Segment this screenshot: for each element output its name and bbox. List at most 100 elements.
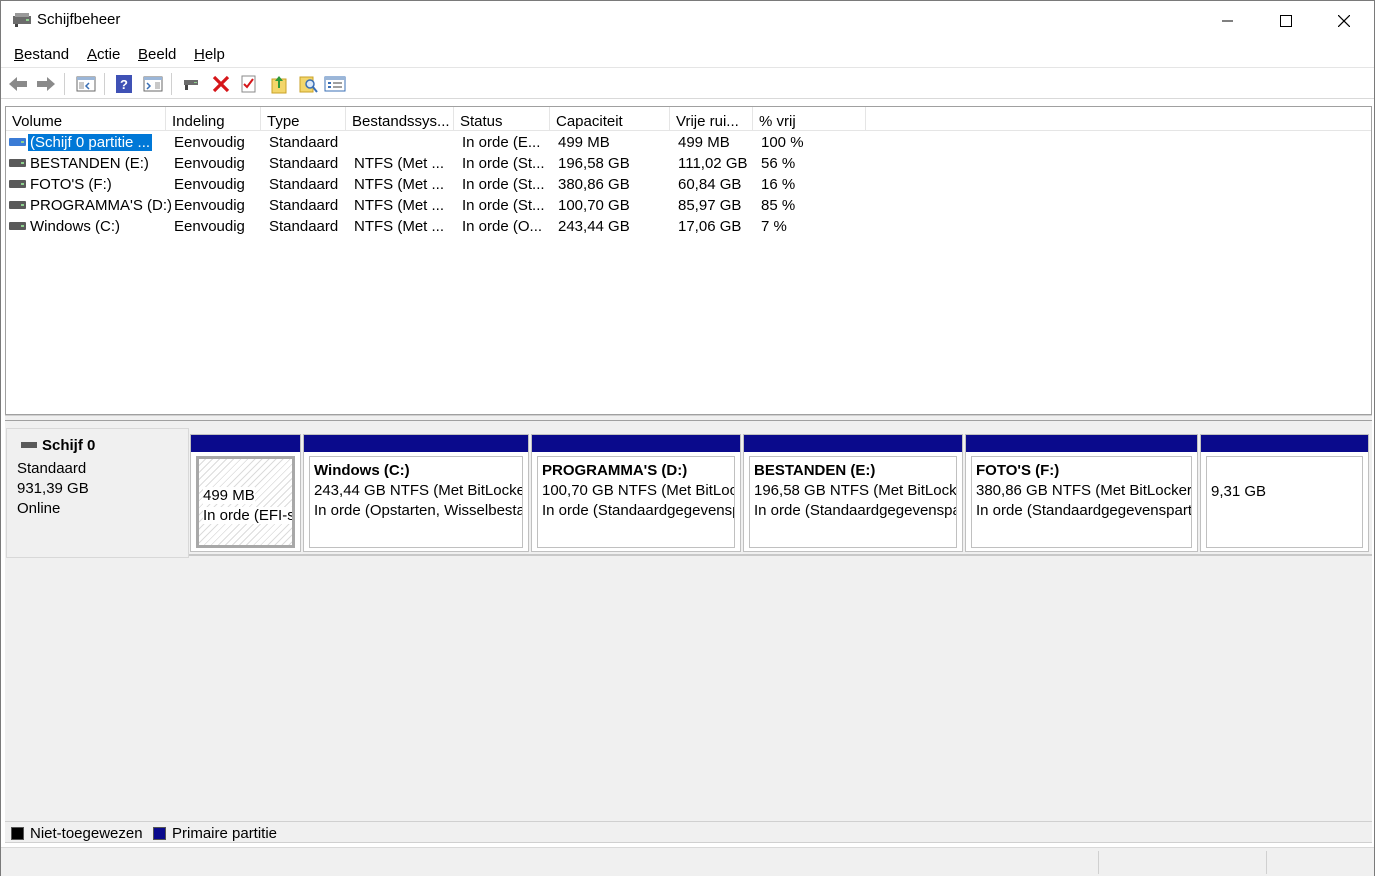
- menu-actie[interactable]: Actie: [87, 46, 120, 63]
- properties-button[interactable]: [324, 73, 346, 95]
- menu-bar: Bestand Actie Beeld Help: [1, 40, 1374, 68]
- volume-icon: [9, 159, 26, 167]
- column-header-bestandssysteem[interactable]: Bestandssys...: [346, 107, 454, 131]
- volume-status: In orde (St...: [462, 176, 545, 193]
- partition-bestanden-e[interactable]: BESTANDEN (E:) 196,58 GB NTFS (Met BitLo…: [743, 434, 963, 552]
- partition-size: 9,31 GB: [1211, 483, 1267, 500]
- partition-name: PROGRAMMA'S (D:): [542, 462, 688, 479]
- close-button[interactable]: [1315, 1, 1373, 40]
- disk-title-row: Schijf 0: [17, 437, 178, 457]
- volume-percent-free: 56 %: [761, 155, 796, 172]
- console-tree-button[interactable]: [75, 73, 97, 95]
- column-header-indeling[interactable]: Indeling: [166, 107, 261, 131]
- export-icon: [271, 76, 287, 94]
- delete-icon: [212, 75, 230, 93]
- status-separator: [1266, 851, 1267, 874]
- partition-bar: [532, 435, 740, 452]
- partition-fotos-f[interactable]: FOTO'S (F:) 380,86 GB NTFS (Met BitLocke…: [965, 434, 1198, 552]
- disk-management-app-icon: [13, 13, 31, 27]
- volume-capacity: 100,70 GB: [558, 197, 630, 214]
- volume-status: In orde (E...: [462, 134, 541, 151]
- toolbar-separator: [64, 73, 65, 95]
- close-icon: [1338, 14, 1350, 27]
- column-header-volume[interactable]: Volume: [6, 107, 166, 131]
- maximize-icon: [1280, 14, 1292, 27]
- menu-beeld[interactable]: Beeld: [138, 46, 176, 63]
- partition-body: 499 MB In orde (EFI-systeempartitie): [196, 456, 295, 548]
- volume-icon: [9, 180, 26, 188]
- disk-icon: [21, 442, 37, 448]
- volume-name: FOTO'S (F:): [30, 176, 112, 193]
- forward-button[interactable]: [35, 73, 57, 95]
- legend-primary-partition: Primaire partitie: [153, 825, 277, 842]
- volume-capacity: 499 MB: [558, 134, 610, 151]
- volume-free-space: 111,02 GB: [678, 155, 748, 172]
- menu-help[interactable]: Help: [194, 46, 225, 63]
- column-header-status[interactable]: Status: [454, 107, 550, 131]
- connect-disk-icon: [184, 80, 198, 90]
- partition-body: 9,31 GB: [1206, 456, 1363, 548]
- check-icon: [241, 75, 256, 93]
- partition-status: In orde (Opstarten, Wisselbestand, Crash…: [314, 502, 522, 519]
- partition-bar: [966, 435, 1197, 452]
- partition-size: 243,44 GB NTFS (Met BitLocker versleutel…: [314, 482, 522, 499]
- volume-row[interactable]: FOTO'S (F:) Eenvoudig Standaard NTFS (Me…: [6, 175, 1371, 196]
- volume-row[interactable]: BESTANDEN (E:) Eenvoudig Standaard NTFS …: [6, 154, 1371, 175]
- disk-info-panel[interactable]: Schijf 0 Standaard 931,39 GB Online: [6, 428, 189, 558]
- partition-status: In orde (Standaardgegevenspartitie): [976, 502, 1192, 519]
- volume-icon: [9, 201, 26, 209]
- partition-body: BESTANDEN (E:) 196,58 GB NTFS (Met BitLo…: [749, 456, 957, 548]
- volume-percent-free: 16 %: [761, 176, 796, 193]
- partition-windows-c[interactable]: Windows (C:) 243,44 GB NTFS (Met BitLock…: [303, 434, 529, 552]
- partition-efi[interactable]: 499 MB In orde (EFI-systeempartitie): [190, 434, 301, 552]
- disk-name: Schijf 0: [42, 437, 96, 454]
- volume-status: In orde (St...: [462, 197, 545, 214]
- volume-capacity: 196,58 GB: [558, 155, 630, 172]
- volume-indeling: Eenvoudig: [174, 218, 245, 235]
- minimize-button[interactable]: [1199, 1, 1257, 40]
- help-button[interactable]: ?: [113, 73, 135, 95]
- legend-swatch-unallocated: [11, 827, 24, 840]
- partition-size: 380,86 GB NTFS (Met BitLocker versleutel…: [976, 482, 1192, 499]
- toolbar: ?: [1, 68, 1374, 99]
- column-header-type[interactable]: Type: [261, 107, 346, 131]
- check-button[interactable]: [238, 73, 260, 95]
- volume-capacity: 380,86 GB: [558, 176, 630, 193]
- volume-list-header: Volume Indeling Type Bestandssys... Stat…: [6, 107, 1371, 131]
- connect-disk-button[interactable]: [181, 73, 203, 95]
- partition-name: BESTANDEN (E:): [754, 462, 876, 479]
- disk-type: Standaard: [17, 460, 87, 477]
- maximize-button[interactable]: [1257, 1, 1315, 40]
- status-bar: [1, 847, 1374, 876]
- partition-size: 196,58 GB NTFS (Met BitLocker versleutel…: [754, 482, 957, 499]
- minimize-icon: [1222, 20, 1233, 21]
- export-button[interactable]: [268, 73, 290, 95]
- delete-button[interactable]: [210, 73, 232, 95]
- disk-graphical-view: Schijf 0 Standaard 931,39 GB Online 499 …: [5, 421, 1372, 821]
- volume-type: Standaard: [269, 197, 339, 214]
- column-header-percent-vrij[interactable]: % vrij: [753, 107, 866, 131]
- volume-status: In orde (O...: [462, 218, 543, 235]
- partition-recovery[interactable]: 9,31 GB: [1200, 434, 1369, 552]
- volume-row[interactable]: (Schijf 0 partitie ... Eenvoudig Standaa…: [6, 133, 1371, 154]
- column-header-vrije-ruimte[interactable]: Vrije rui...: [670, 107, 753, 131]
- volume-indeling: Eenvoudig: [174, 197, 245, 214]
- volume-free-space: 499 MB: [678, 134, 730, 151]
- partition-status: In orde (Standaardgegevenspartitie): [542, 502, 734, 519]
- volume-icon: [9, 138, 26, 146]
- partition-programmas-d[interactable]: PROGRAMMA'S (D:) 100,70 GB NTFS (Met Bit…: [531, 434, 741, 552]
- details-pane-button[interactable]: [142, 73, 164, 95]
- menu-bestand[interactable]: Bestand: [14, 46, 69, 63]
- window-title: Schijfbeheer: [37, 11, 121, 28]
- partition-status-text: In orde (EFI-systeempartitie): [203, 507, 292, 524]
- console-tree-icon: [76, 76, 96, 92]
- back-button[interactable]: [7, 73, 29, 95]
- find-button[interactable]: [297, 73, 319, 95]
- volume-filesystem: NTFS (Met ...: [354, 197, 444, 214]
- column-header-capaciteit[interactable]: Capaciteit: [550, 107, 670, 131]
- volume-icon: [9, 222, 26, 230]
- volume-row[interactable]: Windows (C:) Eenvoudig Standaard NTFS (M…: [6, 217, 1371, 238]
- back-icon: [9, 77, 27, 91]
- legend-swatch-primary: [153, 827, 166, 840]
- volume-row[interactable]: PROGRAMMA'S (D:) Eenvoudig Standaard NTF…: [6, 196, 1371, 217]
